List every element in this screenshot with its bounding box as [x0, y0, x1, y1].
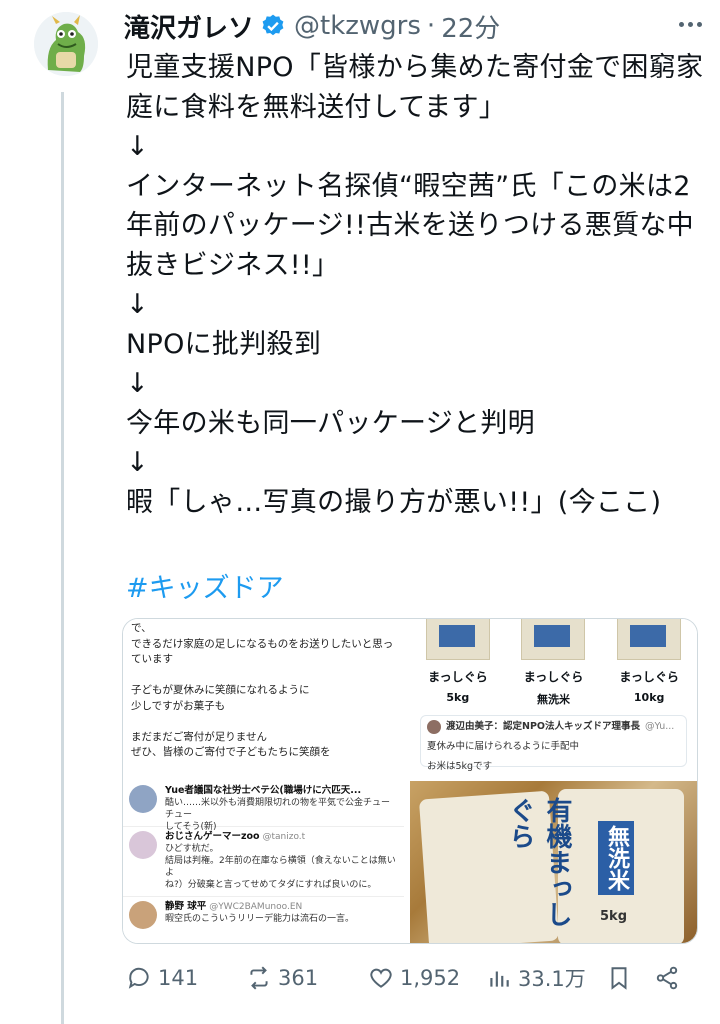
reply-handle: @tanizo.t: [262, 832, 306, 842]
separator-dot: ·: [426, 11, 436, 41]
thread-line: [61, 92, 64, 1024]
rice-bag-icon: [617, 619, 682, 660]
more-options-icon[interactable]: [672, 12, 708, 36]
reply-handle: @YWC2BAMunoo.EN: [209, 902, 303, 912]
sack-weight: 5kg: [600, 909, 627, 924]
author-name[interactable]: 滝沢ガレソ: [124, 8, 254, 45]
retweet-button[interactable]: 361: [246, 965, 368, 991]
rice-bag-icon: [521, 619, 586, 660]
reply-text: 暇空氏のこういうリリーデ能力は流石の一言。: [165, 914, 355, 924]
sack-print: 有機まっしぐら: [505, 797, 572, 927]
reply-avatar: [129, 901, 157, 929]
reply-avatar: [129, 831, 157, 859]
package-item: まっしぐら 5kg: [418, 619, 498, 711]
package-item: まっしぐら 10kg: [609, 619, 689, 711]
image1-text: で、 できるだけ家庭の足しになるものをお送りしたいと思っ ています 子どもが夏休…: [131, 622, 394, 758]
package-sub: 10kg: [633, 691, 665, 704]
reply-text: 酷い……米以外も消費期限切れの物を平気で公金チューチュー してそう(新): [165, 798, 391, 832]
rice-bag-icon: [425, 619, 490, 660]
reply-name: おじさんゲーマーzoo: [165, 831, 260, 842]
heart-icon: [370, 968, 392, 988]
views-icon: [490, 971, 509, 987]
quoted-handle: @Yu...: [645, 721, 675, 732]
quoted-author: 渡辺由美子：認定NPO法人キッズドア理事長: [446, 721, 640, 732]
retweet-icon: [250, 966, 268, 990]
reply-avatar: [129, 785, 157, 813]
media-image-4[interactable]: 有機まっしぐら 無洗米 5kg: [410, 781, 697, 943]
like-count: 1,952: [400, 966, 461, 990]
author-handle[interactable]: @tkzwgrs: [294, 11, 421, 41]
reply-text: ひどす杭だ。 結局は判権。2年前の在庫なら横領（食えないことは無いよ ね?）分破…: [165, 844, 396, 890]
reply-icon: [128, 967, 149, 989]
reply-item: 静野 球平 @YWC2BAMunoo.EN 暇空氏のこういうリリーデ能力は流石の一…: [123, 897, 404, 943]
package-row: まっしぐら 5kg まっしぐら 無洗米 まっしぐら 10kg: [410, 619, 697, 711]
verified-badge-icon: [260, 13, 286, 39]
quoted-line: お米は5kgです: [427, 761, 493, 772]
action-bar: 141 361 1,952 33.1万: [126, 958, 696, 998]
dragon-avatar-icon: [34, 12, 98, 76]
share-button[interactable]: [654, 965, 690, 991]
timestamp[interactable]: 22分: [441, 8, 500, 45]
share-icon: [656, 966, 678, 990]
package-item: まっしぐら 無洗米: [513, 619, 593, 711]
quoted-line: 夏休み中に届けられるように手配中: [427, 741, 580, 752]
hashtag-link[interactable]: #キッズドア: [126, 566, 284, 605]
quoted-avatar: [427, 720, 441, 734]
media-grid[interactable]: で、 できるだけ家庭の足しになるものをお送りしたいと思っ ています 子どもが夏休…: [122, 618, 698, 944]
reply-item: Yue者議国な社労士ベテ公(職場けに六匹天... 酷い……米以外も消費期限切れの物…: [123, 781, 404, 832]
package-sub: 無洗米: [536, 693, 570, 706]
tweet-text: 児童支援NPO「皆様から集めた寄付金で困窮家庭に食料を無料送付してます」 ↓ イ…: [126, 52, 704, 518]
media-image-1[interactable]: で、 できるだけ家庭の足しになるものをお送りしたいと思っ ています 子どもが夏休…: [123, 619, 410, 781]
package-name: まっしぐら: [428, 670, 488, 684]
reply-name: Yue者議国な社労士ベテ公(職場けに六匹天...: [165, 785, 362, 796]
like-button[interactable]: 1,952: [368, 965, 486, 991]
media-image-3[interactable]: Yue者議国な社労士ベテ公(職場けに六匹天... 酷い……米以外も消費期限切れの物…: [123, 781, 410, 943]
view-count: 33.1万: [518, 967, 586, 991]
retweet-count: 361: [278, 966, 319, 990]
avatar[interactable]: [34, 12, 98, 76]
reply-count: 141: [158, 966, 199, 990]
reply-item: おじさんゲーマーzoo @tanizo.t ひどす杭だ。 結局は判権。2年前の在庫…: [123, 827, 404, 897]
views-button[interactable]: 33.1万: [486, 963, 606, 993]
package-sub: 5kg: [446, 691, 470, 704]
tweet-header: 滝沢ガレソ @tkzwgrs · 22分: [124, 6, 700, 46]
package-name: まっしぐら: [523, 670, 584, 684]
reply-name: 静野 球平: [165, 901, 207, 912]
quoted-header: 渡辺由美子：認定NPO法人キッズドア理事長 @Yu...: [427, 720, 680, 734]
package-name: まっしぐら: [619, 670, 679, 684]
quoted-tweet: 渡辺由美子：認定NPO法人キッズドア理事長 @Yu... 夏休み中に届けられるよ…: [420, 715, 687, 772]
sack-print: 無洗米: [598, 821, 634, 895]
media-image-2[interactable]: まっしぐら 5kg まっしぐら 無洗米 まっしぐら 10kg 渡辺由美子：認定N…: [410, 619, 697, 781]
bookmark-button[interactable]: [606, 965, 654, 991]
bookmark-icon: [611, 967, 627, 990]
reply-button[interactable]: 141: [126, 965, 246, 991]
